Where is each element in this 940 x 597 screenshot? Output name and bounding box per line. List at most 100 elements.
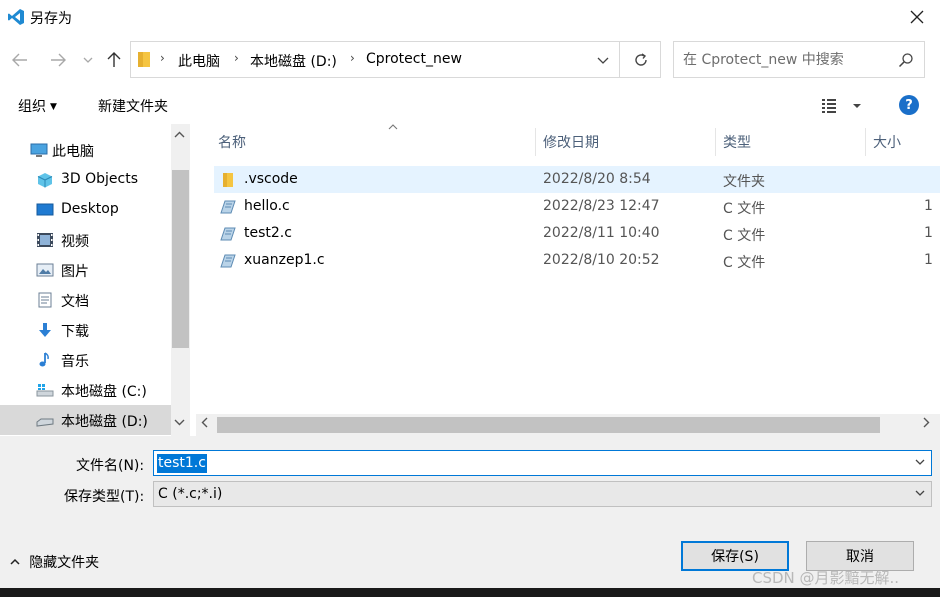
close-icon (910, 10, 924, 23)
recent-locations-button[interactable] (76, 48, 100, 72)
crumb-cprotect-new[interactable]: Cprotect_new (366, 51, 462, 67)
crumb-separator[interactable]: › (160, 51, 165, 65)
chevron-down-icon[interactable] (914, 487, 926, 499)
horizontal-scroll-thumb[interactable] (217, 417, 880, 433)
organize-label: 组织 (18, 99, 46, 115)
scroll-left-icon[interactable] (201, 417, 208, 432)
caret-down-icon (853, 104, 861, 108)
file-row[interactable]: test2.c 2022/8/11 10:40 C 文件 1 (214, 220, 940, 247)
column-header-label: 修改日期 (543, 135, 599, 151)
nav-item-label: 3D Objects (61, 171, 139, 187)
search-box[interactable] (673, 41, 925, 78)
nav-item-downloads[interactable]: 下载 (0, 315, 171, 345)
crumb-separator[interactable]: › (234, 51, 239, 65)
file-modified: 2022/8/11 10:40 (543, 225, 660, 241)
scroll-right-icon[interactable] (923, 417, 930, 432)
toolbar: 组织 ▼ 新建文件夹 ? (0, 87, 940, 124)
details-view-icon (822, 99, 836, 113)
filename-field[interactable]: test1.c (153, 450, 932, 476)
window-title: 另存为 (30, 11, 72, 27)
column-header-size[interactable]: 大小 (873, 124, 933, 160)
forward-button[interactable] (46, 48, 70, 72)
filetype-value: C (*.c;*.i) (158, 486, 223, 502)
nav-scrollbar[interactable] (171, 124, 190, 436)
column-header-type[interactable]: 类型 (723, 124, 863, 160)
file-name: xuanzep1.c (244, 252, 325, 268)
column-divider[interactable] (715, 128, 716, 156)
c-file-icon (220, 254, 236, 268)
chevron-down-icon[interactable] (914, 456, 926, 468)
scroll-up-icon[interactable] (174, 128, 185, 141)
file-size: 1 (924, 198, 933, 214)
nav-item-label: 本地磁盘 (C:) (61, 384, 147, 400)
taskbar-edge (0, 588, 940, 597)
crumb-separator[interactable]: › (350, 51, 355, 65)
file-modified: 2022/8/10 20:52 (543, 252, 660, 268)
crumb-drive-d[interactable]: 本地磁盘 (D:) (250, 51, 337, 71)
column-header-modified[interactable]: 修改日期 (543, 124, 713, 160)
c-file-icon (220, 227, 236, 241)
nav-item-label: 音乐 (61, 354, 89, 370)
downloads-icon (39, 323, 51, 337)
navigation-pane: 此电脑 3D Objects Desktop 视频 图片 文档 下载 音乐 本地… (0, 124, 190, 436)
horizontal-scrollbar[interactable] (196, 414, 940, 436)
help-button[interactable]: ? (899, 95, 919, 115)
nav-item-3d-objects[interactable]: 3D Objects (0, 165, 171, 195)
file-type: C 文件 (723, 255, 766, 271)
computer-icon (30, 143, 48, 157)
nav-item-pictures[interactable]: 图片 (0, 255, 171, 285)
3d-objects-icon (37, 173, 53, 188)
file-size: 1 (924, 252, 933, 268)
view-options-button[interactable] (820, 97, 864, 115)
arrow-up-icon (107, 52, 121, 67)
column-header-name[interactable]: 名称 (218, 124, 518, 160)
nav-scroll-thumb[interactable] (172, 170, 189, 348)
folder-icon (138, 52, 150, 67)
refresh-button[interactable] (621, 42, 661, 77)
chevron-up-icon (10, 557, 23, 568)
search-icon[interactable] (898, 52, 914, 68)
nav-item-drive-d[interactable]: 本地磁盘 (D:) (0, 405, 171, 435)
address-bar[interactable]: › 此电脑 › 本地磁盘 (D:) › Cprotect_new (130, 41, 661, 78)
back-button[interactable] (8, 48, 32, 72)
nav-item-label: 文档 (61, 294, 89, 310)
title-bar: 另存为 (0, 0, 940, 33)
file-row[interactable]: xuanzep1.c 2022/8/10 20:52 C 文件 1 (214, 247, 940, 274)
video-icon (37, 233, 53, 247)
filename-label: 文件名(N): (76, 458, 145, 474)
file-type: C 文件 (723, 228, 766, 244)
vscode-icon (8, 9, 24, 25)
c-file-icon (220, 200, 236, 214)
nav-item-label: 本地磁盘 (D:) (61, 414, 148, 430)
nav-item-documents[interactable]: 文档 (0, 285, 171, 315)
organize-button[interactable]: 组织 ▼ (18, 96, 57, 116)
file-row[interactable]: .vscode 2022/8/20 8:54 文件夹 (214, 166, 940, 193)
column-divider[interactable] (865, 128, 866, 156)
file-size: 1 (924, 225, 933, 241)
filename-input[interactable]: test1.c (157, 454, 207, 473)
nav-item-desktop[interactable]: Desktop (0, 195, 171, 225)
hide-folders-toggle[interactable]: 隐藏文件夹 (10, 552, 99, 572)
nav-item-this-pc[interactable]: 此电脑 (0, 135, 171, 165)
nav-item-drive-c[interactable]: 本地磁盘 (C:) (0, 375, 171, 405)
crumb-this-pc[interactable]: 此电脑 (178, 51, 220, 71)
column-header-label: 类型 (723, 135, 751, 151)
new-folder-button[interactable]: 新建文件夹 (98, 96, 168, 116)
chevron-down-icon (597, 57, 609, 64)
address-dropdown-button[interactable] (589, 50, 617, 70)
search-input[interactable] (683, 51, 893, 69)
scroll-down-icon[interactable] (174, 416, 185, 429)
up-button[interactable] (102, 48, 126, 72)
desktop-icon (36, 203, 54, 216)
nav-item-label: Desktop (61, 201, 119, 217)
file-modified: 2022/8/23 12:47 (543, 198, 660, 214)
column-divider[interactable] (535, 128, 536, 156)
refresh-icon (635, 52, 647, 66)
nav-item-music[interactable]: 音乐 (0, 345, 171, 375)
column-header-label: 大小 (873, 135, 901, 151)
nav-item-videos[interactable]: 视频 (0, 225, 171, 255)
close-button[interactable] (894, 0, 940, 33)
file-row[interactable]: hello.c 2022/8/23 12:47 C 文件 1 (214, 193, 940, 220)
file-name: .vscode (244, 171, 298, 187)
filetype-select[interactable]: C (*.c;*.i) (153, 481, 932, 507)
